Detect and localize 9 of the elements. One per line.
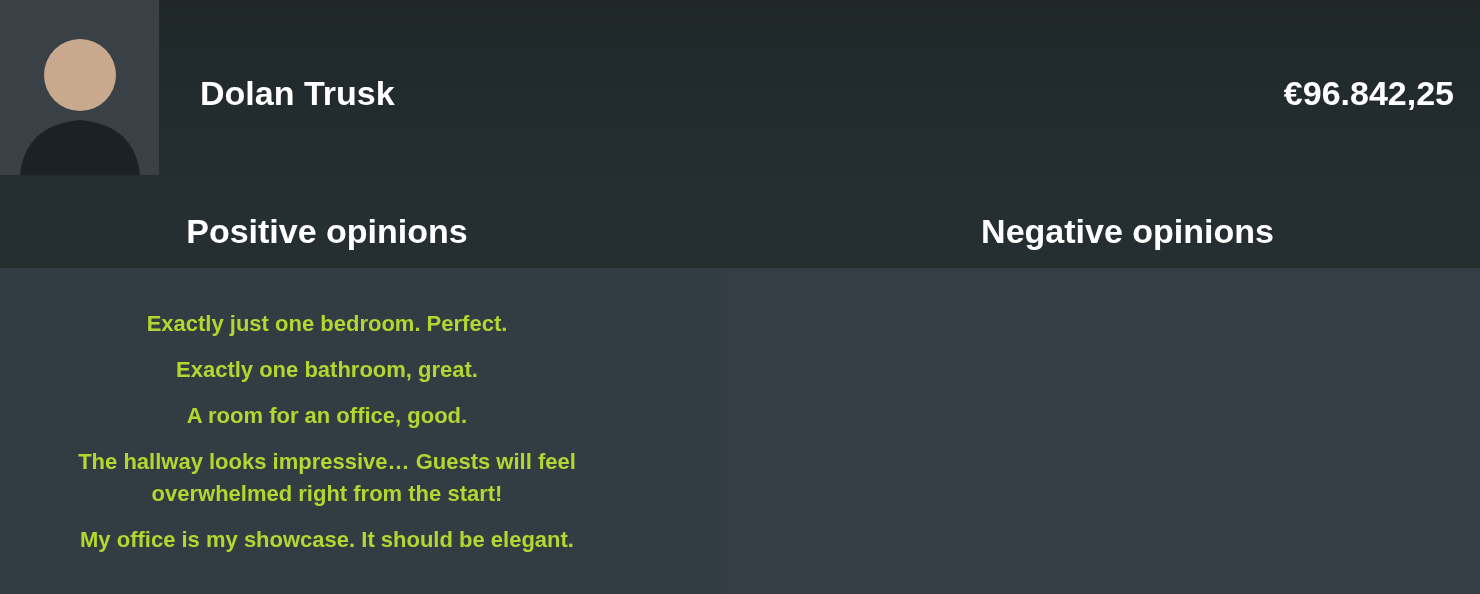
opinion-text: Exactly one bathroom, great. <box>176 356 478 384</box>
opinion-text: Exactly just one bedroom. Perfect. <box>146 310 508 338</box>
budget-amount: €96.842,25 <box>1283 73 1454 114</box>
column-heading: Negative opinions <box>981 211 1274 252</box>
opinion-text: The hallway looks impressive… Guests will feel overwhelmed right from the start! <box>77 448 577 508</box>
opinion-text: My office is my showcase. It should be elegant. <box>80 526 574 554</box>
opinion-text: A room for an office, good. <box>186 402 468 430</box>
client-name: Dolan Trusk <box>200 73 395 114</box>
column-heading: Positive opinions <box>186 211 468 252</box>
